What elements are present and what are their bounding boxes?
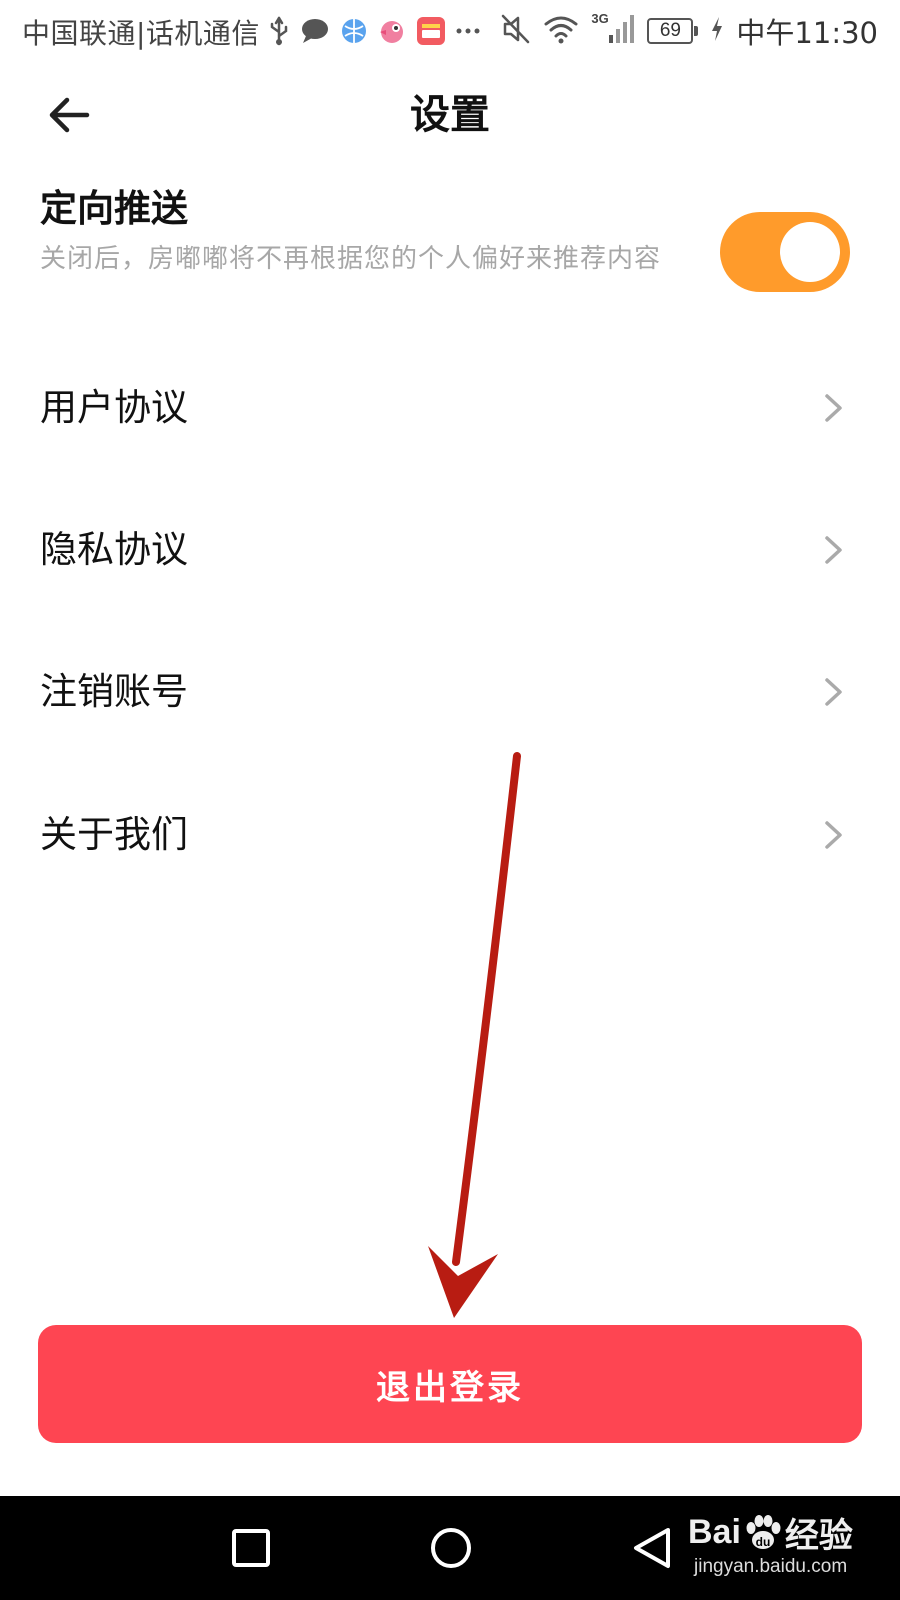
chevron-right-icon (825, 678, 842, 706)
watermark: Bai du 经验 jingyan.baidu.com (688, 1508, 888, 1592)
back-nav-button[interactable] (622, 1518, 682, 1578)
browser-icon (340, 17, 368, 45)
app-bird-icon (378, 17, 406, 45)
notification-icons (268, 12, 480, 50)
menu-item-about-us[interactable]: 关于我们 (0, 785, 900, 885)
clock: 中午11:30 (736, 16, 878, 50)
battery-icon: 69 (647, 18, 699, 44)
home-button[interactable] (421, 1518, 481, 1578)
charging-icon (710, 16, 724, 46)
battery-tip (694, 26, 699, 36)
targeted-push-title: 定向推送 (40, 187, 188, 230)
status-bar: 中国联通|话机通信 3G 69 中午11:30 (0, 0, 900, 62)
chevron-right-icon (825, 394, 842, 422)
targeted-push-toggle[interactable] (720, 212, 850, 292)
svg-text:du: du (756, 1535, 771, 1549)
recent-apps-button[interactable] (221, 1518, 281, 1578)
system-status-icons: 3G 69 中午11:30 (501, 8, 878, 54)
toggle-knob (780, 222, 840, 282)
chat-bubble-icon (300, 17, 330, 45)
watermark-brand: Bai du 经验 (688, 1508, 853, 1557)
battery-level: 69 (647, 18, 694, 44)
watermark-brand-suffix: 经验 (784, 1517, 853, 1555)
chevron-right-icon (825, 821, 842, 849)
home-circle-icon (431, 1528, 471, 1568)
targeted-push-description: 关闭后，房嘟嘟将不再根据您的个人偏好来推荐内容 (40, 244, 662, 274)
navigation-bar: Bai du 经验 jingyan.baidu.com (0, 1496, 900, 1600)
signal-icon: 3G (591, 11, 635, 49)
wallet-icon (416, 16, 446, 46)
usb-icon (268, 16, 290, 46)
back-triangle-icon (634, 1528, 670, 1568)
chevron-right-icon (825, 536, 842, 564)
paw-print-icon: du (746, 1514, 781, 1549)
menu-item-privacy-agreement[interactable]: 隐私协议 (0, 500, 900, 600)
watermark-url: jingyan.baidu.com (694, 1556, 848, 1577)
recent-apps-square-icon (232, 1529, 270, 1567)
menu-item-delete-account[interactable]: 注销账号 (0, 642, 900, 742)
carrier-label: 中国联通|话机通信 (22, 17, 260, 50)
watermark-brand-prefix: Bai (688, 1513, 741, 1551)
menu-item-label: 关于我们 (40, 813, 188, 856)
more-dots-icon (456, 26, 480, 36)
menu-item-label: 注销账号 (40, 670, 188, 713)
logout-button[interactable]: 退出登录 (38, 1325, 862, 1443)
mute-icon (501, 13, 531, 49)
menu-item-label: 用户协议 (40, 386, 188, 429)
page-title: 设置 (410, 92, 490, 138)
menu-item-user-agreement[interactable]: 用户协议 (0, 358, 900, 458)
menu-item-label: 隐私协议 (40, 528, 188, 571)
network-type-label: 3G (591, 11, 609, 26)
wifi-icon (543, 14, 579, 48)
